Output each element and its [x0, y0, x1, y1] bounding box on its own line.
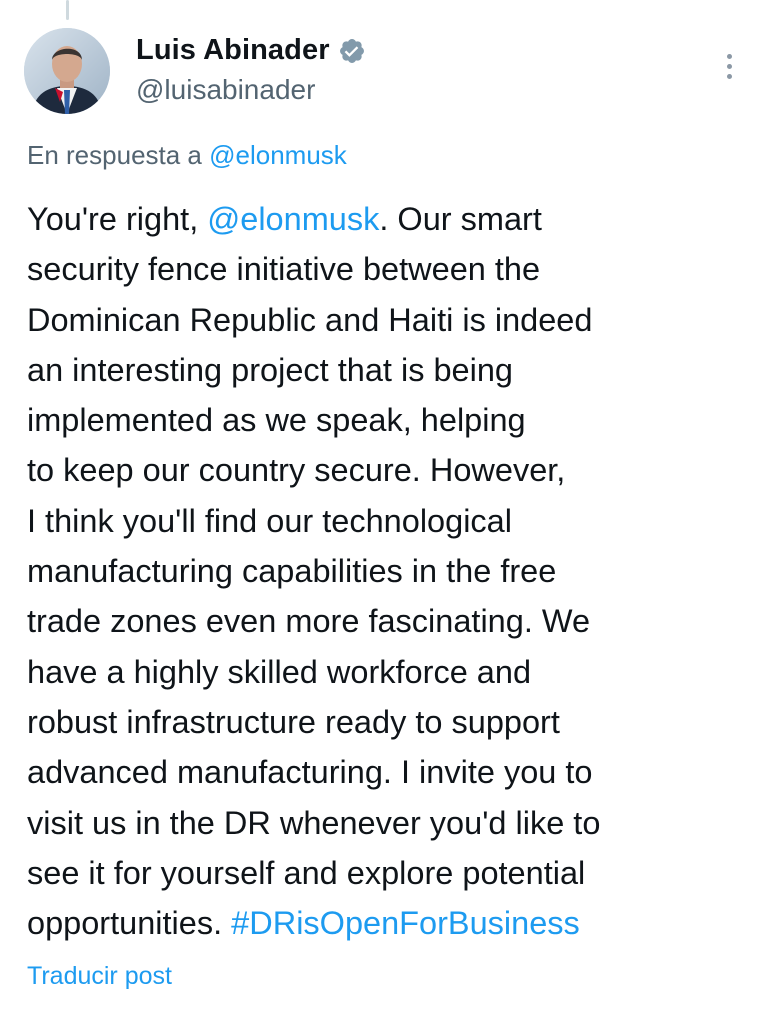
reply-mention-link[interactable]: @elonmusk [209, 140, 347, 170]
mention-link[interactable]: @elonmusk [207, 201, 379, 237]
tweet-line: security fence initiative between the [27, 251, 541, 288]
verified-badge-icon [338, 37, 366, 65]
translate-post-link[interactable]: Traducir post [27, 962, 172, 991]
tweet-line: manufacturing capabilities in the free [27, 553, 557, 590]
author-display-name[interactable]: Luis Abinader [136, 34, 330, 67]
tweet-text-segment: . Our smart [379, 201, 542, 237]
reply-context: En respuesta a @elonmusk [27, 140, 347, 171]
tweet-line: You're right, @elonmusk. Our smart [27, 194, 747, 244]
avatar[interactable] [24, 28, 110, 114]
thread-connector-line [66, 0, 69, 20]
tweet-text-segment: You're right, [27, 201, 208, 237]
tweet-line: Dominican Republic and Haiti is indeed [27, 301, 593, 338]
tweet-line: an interesting project that is being [27, 351, 513, 388]
more-vertical-icon[interactable] [712, 46, 746, 86]
tweet-line: trade zones even more fascinating. We [27, 603, 591, 640]
tweet-line: implemented as we speak, helping [27, 402, 526, 439]
tweet-text: You're right, @elonmusk. Our smart secur… [27, 194, 747, 948]
author-handle[interactable]: @luisabinader [136, 74, 315, 106]
hashtag-link[interactable]: #DRisOpenForBusiness [231, 905, 580, 941]
author-name-row: Luis Abinader [136, 34, 366, 67]
tweet-line: advanced manufacturing. I invite you to [27, 754, 593, 791]
tweet-line: have a highly skilled workforce and [27, 653, 532, 690]
tweet-line: to keep our country secure. However, [27, 452, 566, 489]
tweet-header: Luis Abinader @luisabinader [24, 28, 746, 118]
tweet-line: I think you'll find our technological [27, 502, 512, 539]
tweet-line: opportunities. #DRisOpenForBusiness [27, 898, 747, 948]
reply-context-prefix: En respuesta a [27, 140, 210, 170]
tweet-line: robust infrastructure ready to support [27, 703, 560, 740]
tweet-line: visit us in the DR whenever you'd like t… [27, 804, 601, 841]
tweet-line: see it for yourself and explore potentia… [27, 854, 586, 891]
tweet-text-segment: opportunities. [27, 905, 232, 942]
profile-photo [24, 28, 110, 114]
